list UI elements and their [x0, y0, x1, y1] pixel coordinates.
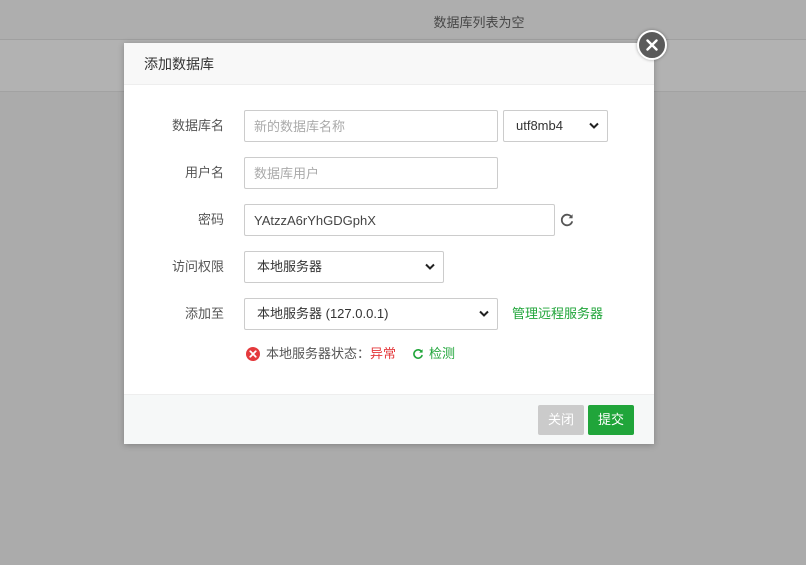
check-status-label: 检测	[429, 346, 456, 361]
close-icon	[646, 39, 658, 51]
access-row: 访问权限 本地服务器	[124, 251, 654, 283]
access-select[interactable]: 本地服务器	[244, 251, 444, 283]
password-input[interactable]	[244, 204, 555, 236]
server-status-label: 本地服务器状态：	[266, 346, 371, 361]
password-label: 密码	[197, 212, 224, 227]
add-database-dialog: 添加数据库 数据库名 utf8mb4 用户名 密码 访问权限 本地服务器 添加至	[124, 43, 654, 444]
chevron-down-icon	[589, 122, 599, 129]
add-to-label: 添加至	[184, 306, 224, 321]
close-button[interactable]: 关闭	[538, 405, 585, 435]
chevron-down-icon	[425, 263, 435, 270]
db-name-input[interactable]	[244, 110, 498, 142]
db-name-row: 数据库名 utf8mb4	[124, 110, 654, 142]
db-name-label: 数据库名	[171, 118, 224, 133]
dialog-close-button[interactable]	[637, 30, 667, 60]
chevron-down-icon	[479, 310, 489, 317]
check-refresh-icon	[413, 348, 423, 359]
dialog-title: 添加数据库	[124, 43, 654, 85]
server-status-value: 异常	[370, 346, 397, 361]
error-circle-icon	[246, 346, 260, 361]
username-input[interactable]	[244, 157, 498, 189]
access-label: 访问权限	[171, 259, 224, 274]
username-label: 用户名	[184, 165, 224, 180]
username-row: 用户名	[124, 157, 654, 189]
submit-button[interactable]: 提交	[588, 405, 635, 435]
password-row: 密码	[124, 204, 654, 236]
server-status-line: 本地服务器状态：异常 检测	[246, 344, 455, 364]
add-to-select[interactable]: 本地服务器 (127.0.0.1)	[244, 298, 498, 330]
charset-selected: utf8mb4	[516, 118, 563, 133]
charset-select[interactable]: utf8mb4	[503, 110, 608, 142]
access-selected: 本地服务器	[257, 259, 323, 274]
manage-remote-servers-link[interactable]: 管理远程服务器	[512, 298, 603, 330]
dialog-footer: 关闭 提交	[124, 394, 654, 444]
add-to-selected: 本地服务器 (127.0.0.1)	[257, 306, 389, 321]
add-to-row: 添加至 本地服务器 (127.0.0.1) 管理远程服务器	[124, 298, 654, 330]
refresh-icon[interactable]	[559, 212, 575, 228]
check-status-link[interactable]: 检测	[412, 346, 455, 361]
